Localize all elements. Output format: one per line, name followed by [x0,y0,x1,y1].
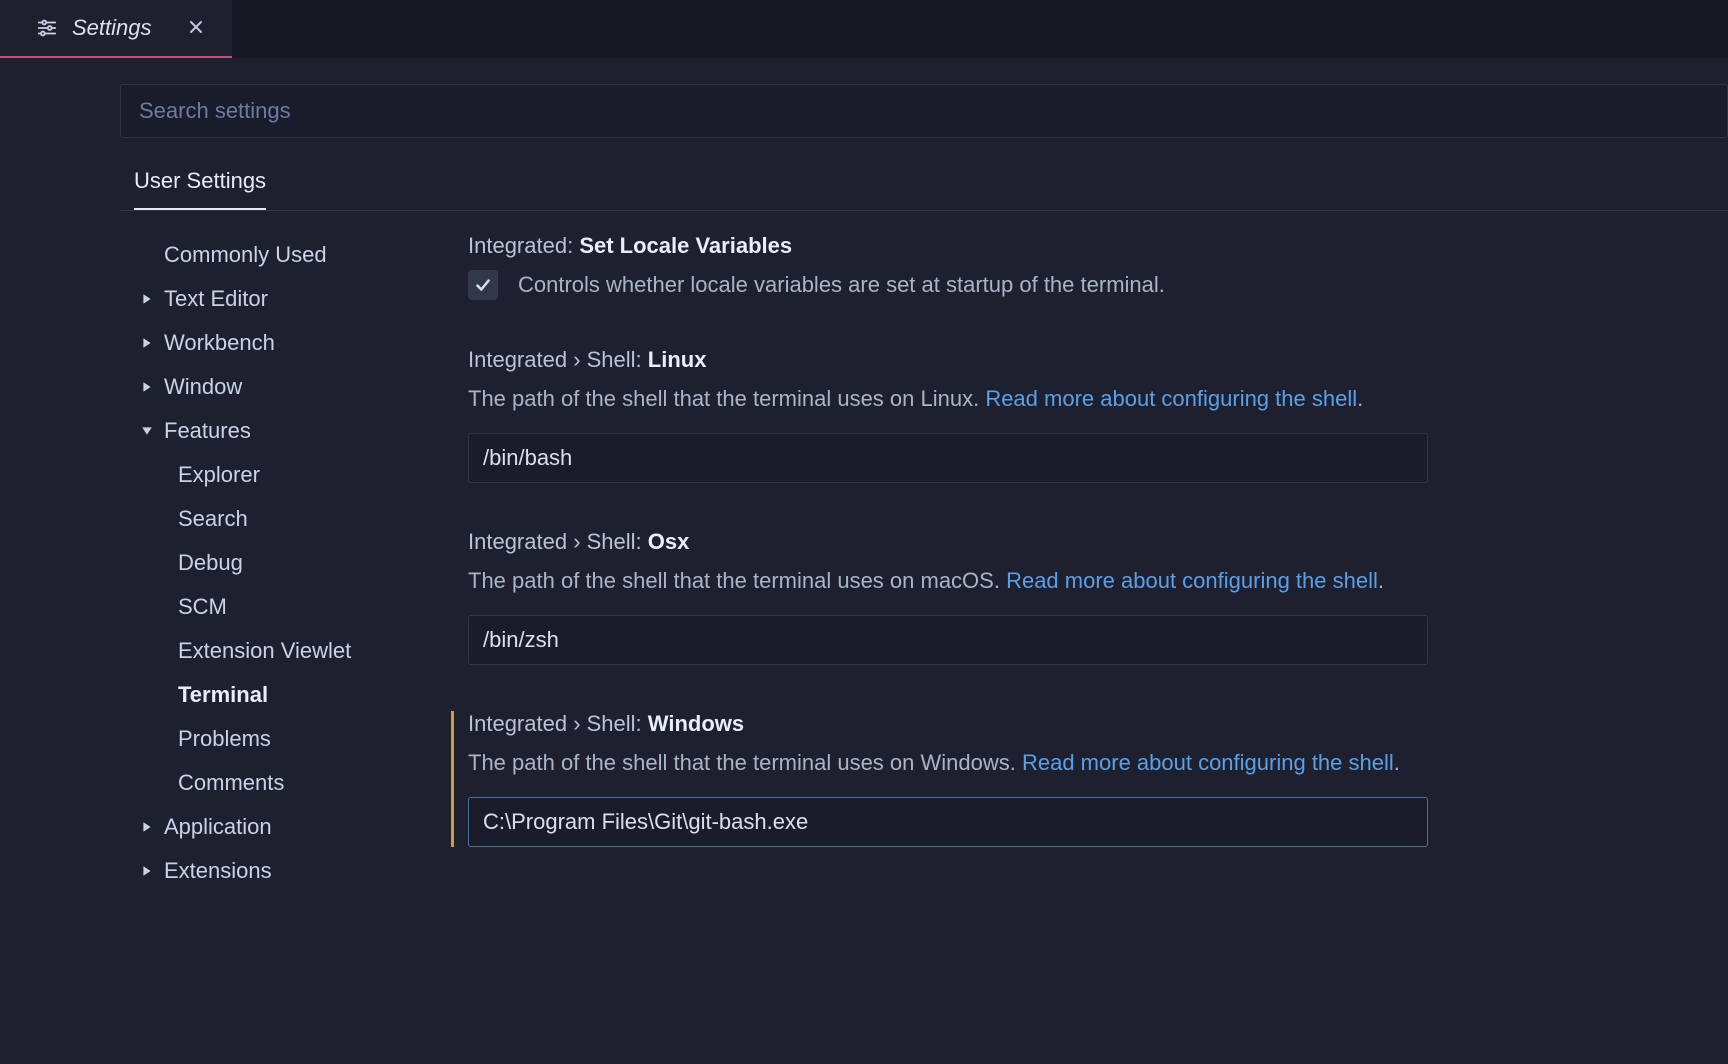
tree-item-window[interactable]: Window [120,365,460,409]
settings-icon [36,17,58,39]
tree-item-text-editor[interactable]: Text Editor [120,277,460,321]
setting-description: The path of the shell that the terminal … [468,747,1720,779]
input-shell-linux[interactable] [468,433,1428,483]
search-input[interactable] [120,84,1728,138]
settings-page: User Settings Commonly Used Text Editor … [0,58,1728,1064]
period: . [1394,750,1400,775]
setting-shell-osx: Integrated › Shell: Osx The path of the … [460,529,1720,665]
link-configure-shell[interactable]: Read more about configuring the shell [1022,750,1394,775]
tree-item-features[interactable]: Features [120,409,460,453]
chevron-right-icon [138,865,156,877]
setting-description: The path of the shell that the terminal … [468,383,1720,415]
tab-label: Settings [72,15,152,41]
scope-tabs: User Settings [120,168,1728,211]
tab-settings[interactable]: Settings [0,0,232,58]
tree-item-label: Search [178,506,248,532]
tree-item-application[interactable]: Application [120,805,460,849]
setting-title: Integrated › Shell: Osx [468,529,1720,555]
setting-title: Integrated: Set Locale Variables [468,233,1720,259]
tree-item-explorer[interactable]: Explorer [120,453,460,497]
tree-item-label: SCM [178,594,227,620]
period: . [1357,386,1363,411]
input-shell-osx[interactable] [468,615,1428,665]
setting-title-name: Linux [648,347,707,372]
link-configure-shell[interactable]: Read more about configuring the shell [1006,568,1378,593]
link-configure-shell[interactable]: Read more about configuring the shell [985,386,1357,411]
close-icon[interactable] [188,19,204,38]
tree-item-terminal[interactable]: Terminal [120,673,460,717]
setting-title-prefix: Integrated › Shell: [468,529,648,554]
chevron-right-icon [138,381,156,393]
setting-title: Integrated › Shell: Windows [468,711,1720,737]
chevron-down-icon [138,425,156,437]
tree-item-label: Text Editor [164,286,268,312]
chevron-right-icon [138,821,156,833]
checkbox-set-locale-variables[interactable] [468,270,498,300]
tree-item-label: Application [164,814,272,840]
input-shell-windows[interactable] [468,797,1428,847]
tab-user-settings[interactable]: User Settings [134,168,266,210]
tree-item-label: Debug [178,550,243,576]
chevron-right-icon [138,293,156,305]
tree-item-label: Explorer [178,462,260,488]
settings-tree: Commonly Used Text Editor Workbench Wind… [0,233,460,1064]
setting-shell-windows: Integrated › Shell: Windows The path of … [451,711,1720,847]
tree-item-search[interactable]: Search [120,497,460,541]
settings-content: Integrated: Set Locale Variables Control… [460,233,1728,1064]
setting-title-prefix: Integrated › Shell: [468,711,648,736]
tree-item-comments[interactable]: Comments [120,761,460,805]
tree-item-extensions[interactable]: Extensions [120,849,460,893]
tree-item-label: Problems [178,726,271,752]
tree-item-label: Workbench [164,330,275,356]
setting-description: The path of the shell that the terminal … [468,565,1720,597]
setting-shell-linux: Integrated › Shell: Linux The path of th… [460,347,1720,483]
setting-set-locale-variables: Integrated: Set Locale Variables Control… [460,233,1720,301]
setting-title-name: Osx [648,529,690,554]
setting-title-prefix: Integrated: [468,233,579,258]
tree-item-label: Features [164,418,251,444]
setting-description: Controls whether locale variables are se… [518,269,1165,301]
tree-item-workbench[interactable]: Workbench [120,321,460,365]
tree-item-debug[interactable]: Debug [120,541,460,585]
tab-bar: Settings [0,0,1728,58]
setting-title-name: Windows [648,711,744,736]
tree-item-label: Extensions [164,858,272,884]
tree-item-label: Window [164,374,242,400]
tree-item-scm[interactable]: SCM [120,585,460,629]
tree-item-label: Commonly Used [164,242,327,268]
tree-item-label: Terminal [178,682,268,708]
tree-item-label: Extension Viewlet [178,638,351,664]
tree-item-extension-viewlet[interactable]: Extension Viewlet [120,629,460,673]
setting-title-name: Set Locale Variables [579,233,792,258]
setting-description-text: The path of the shell that the terminal … [468,386,985,411]
tree-item-problems[interactable]: Problems [120,717,460,761]
setting-title-prefix: Integrated › Shell: [468,347,648,372]
chevron-right-icon [138,337,156,349]
period: . [1378,568,1384,593]
tree-item-commonly-used[interactable]: Commonly Used [120,233,460,277]
tree-item-label: Comments [178,770,284,796]
setting-title: Integrated › Shell: Linux [468,347,1720,373]
setting-description-text: The path of the shell that the terminal … [468,568,1006,593]
setting-description-text: The path of the shell that the terminal … [468,750,1022,775]
